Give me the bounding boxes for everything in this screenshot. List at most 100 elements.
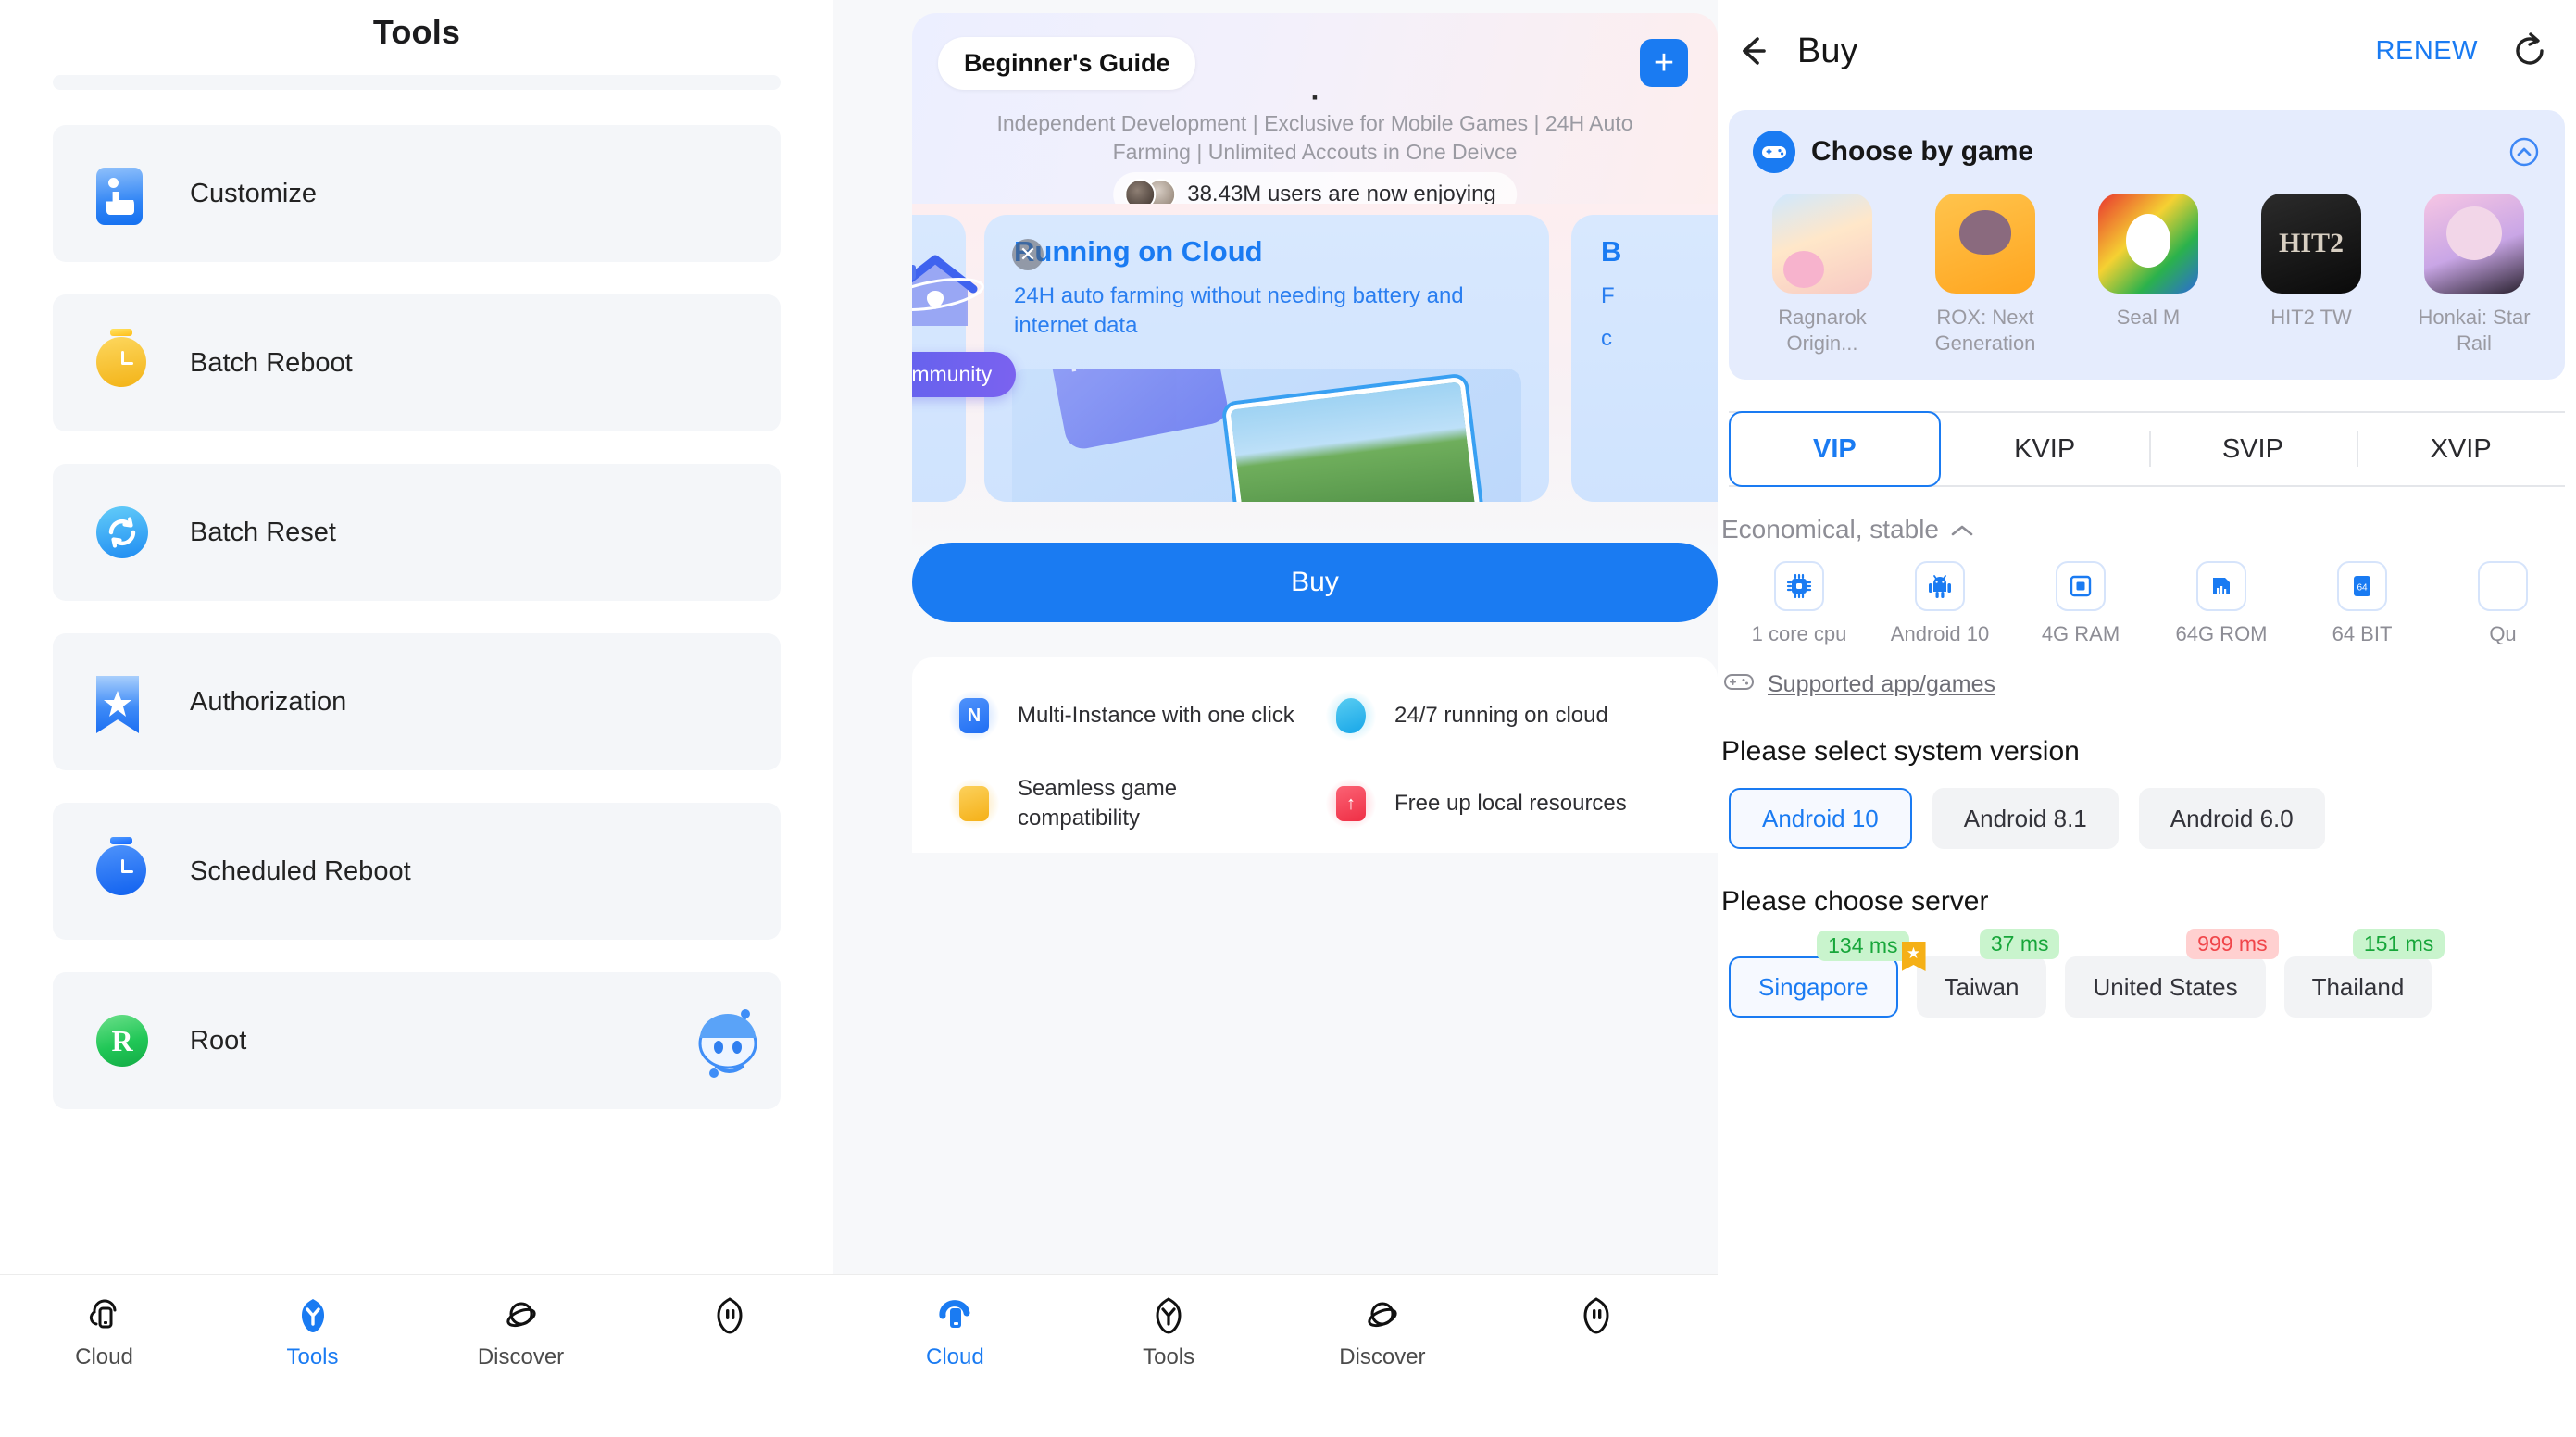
- chevron-up-small-icon[interactable]: [1950, 515, 1974, 544]
- page-title: Buy: [1797, 31, 1858, 70]
- icon-glyph: N: [959, 698, 989, 733]
- tab-label: Cloud: [926, 1344, 984, 1369]
- game-item[interactable]: Honkai: Star Rail: [2405, 194, 2544, 356]
- tool-item-batch-reboot[interactable]: Batch Reboot: [53, 294, 781, 431]
- ping-badge: 151 ms: [2352, 929, 2445, 959]
- tool-item-authorization[interactable]: Authorization: [53, 633, 781, 770]
- close-x-icon[interactable]: ✕: [1012, 239, 1044, 270]
- back-arrow-icon[interactable]: [1727, 26, 1777, 76]
- tool-item-customize[interactable]: Customize: [53, 125, 781, 262]
- server-singapore[interactable]: Singapore 134 ms: [1729, 931, 1909, 1018]
- server-taiwan[interactable]: ★ Taiwan 37 ms: [1901, 929, 2060, 1018]
- game-name: Seal M: [2116, 306, 2181, 329]
- feature-text: 24/7 running on cloud: [1394, 702, 1608, 728]
- server-heading: Please choose server: [1721, 886, 1989, 917]
- art-game-phone: [1224, 376, 1482, 502]
- server-thailand[interactable]: Thailand 151 ms: [2283, 929, 2445, 1018]
- tab-profile[interactable]: [625, 1275, 833, 1344]
- game-item[interactable]: HIT2 HIT2 TW: [2242, 194, 2381, 356]
- feature-multi-instance: N Multi-Instance with one click: [949, 691, 1304, 741]
- bottom-tabbar: Cloud Tools Discover: [833, 1274, 1718, 1437]
- tab-vip[interactable]: VIP: [1729, 411, 1941, 487]
- robot-assistant-icon[interactable]: [688, 1001, 768, 1081]
- cloud-phone-icon: [934, 1295, 975, 1336]
- carousel-slide-running-on-cloud[interactable]: Running on Cloud 24H auto farming withou…: [984, 215, 1549, 502]
- multi-instance-icon: N: [949, 691, 999, 741]
- stopwatch-blue-icon: [96, 845, 148, 897]
- tool-item-scheduled-reboot[interactable]: Scheduled Reboot: [53, 803, 781, 940]
- tab-discover[interactable]: Discover: [417, 1275, 625, 1370]
- feature-text: Free up local resources: [1394, 791, 1627, 817]
- tool-label: Customize: [190, 178, 317, 208]
- server-name: United States: [2093, 972, 2238, 1001]
- system-version-android-60[interactable]: Android 6.0: [2138, 788, 2325, 849]
- choose-by-game-card: Choose by game Ragnarok Origin... ROX: N…: [1729, 110, 2565, 380]
- tab-label: Tools: [1143, 1344, 1195, 1369]
- features-card: N Multi-Instance with one click 24/7 run…: [912, 657, 1718, 853]
- section-title: Choose by game: [1811, 136, 2034, 167]
- system-version-heading: Please select system version: [1721, 736, 2080, 767]
- tool-label: Batch Reset: [190, 517, 336, 547]
- refresh-icon[interactable]: [2506, 27, 2554, 75]
- game-item[interactable]: Seal M: [2079, 194, 2218, 356]
- buy-button[interactable]: Buy: [912, 543, 1718, 622]
- profile-icon: [1576, 1295, 1617, 1336]
- community-chip[interactable]: Community: [912, 352, 1017, 397]
- supported-apps-link[interactable]: Supported app/games: [1718, 670, 2576, 699]
- tools-hex-icon: [1148, 1295, 1189, 1336]
- game-name: ROX: Next Generation: [1934, 306, 2036, 355]
- art-7x24-card: 7X24: [1047, 369, 1231, 452]
- tab-kvip[interactable]: KVIP: [1941, 413, 2149, 485]
- spec-android: Android 10: [1869, 561, 2010, 646]
- tab-cloud[interactable]: Cloud: [0, 1275, 208, 1370]
- tab-tools[interactable]: Tools: [1062, 1275, 1276, 1370]
- slide-artwork: 7X24: [1012, 369, 1521, 502]
- tab-xvip[interactable]: XVIP: [2357, 413, 2565, 485]
- spec-label: Qu: [2489, 622, 2517, 645]
- carousel-slide-next[interactable]: B F c: [1571, 215, 1718, 502]
- system-version-android-81[interactable]: Android 8.1: [1932, 788, 2119, 849]
- tool-item-batch-reset[interactable]: Batch Reset: [53, 464, 781, 601]
- slide-title: Running on Cloud: [1014, 235, 1263, 268]
- tool-item-root[interactable]: R Root: [53, 972, 781, 1109]
- hero-dot: ▪: [1311, 88, 1319, 106]
- game-thumbnail: [2424, 194, 2524, 294]
- tools-panel: Tools Customize Batch Reboot Batch Reset…: [0, 0, 833, 1437]
- quality-icon: [2478, 561, 2528, 611]
- tab-svip[interactable]: SVIP: [2148, 413, 2357, 485]
- tab-discover[interactable]: Discover: [1276, 1275, 1490, 1370]
- tab-label: Cloud: [75, 1344, 133, 1369]
- tab-label: Discover: [1339, 1344, 1426, 1369]
- spec-ram: 4G RAM: [2010, 561, 2151, 646]
- spec-label: 64G ROM: [2175, 622, 2268, 645]
- server-united-states[interactable]: United States 999 ms: [2065, 929, 2279, 1018]
- next-slide-title: B: [1601, 235, 1622, 268]
- chevron-up-icon[interactable]: [2507, 135, 2541, 169]
- economical-stable-row[interactable]: Economical, stable: [1718, 515, 2576, 544]
- supported-apps-label: Supported app/games: [1768, 671, 1996, 697]
- game-thumbnail: [2098, 194, 2198, 294]
- stopwatch-yellow-icon: [96, 337, 148, 389]
- spec-rom: 64G ROM: [2151, 561, 2292, 646]
- tab-cloud[interactable]: Cloud: [848, 1275, 1062, 1370]
- ping-badge: 134 ms: [1817, 931, 1909, 961]
- tab-profile[interactable]: [1489, 1275, 1703, 1344]
- buy-panel: Buy RENEW Choose by game Ragnarok Origin…: [1718, 0, 2576, 1437]
- feature-text: Multi-Instance with one click: [1018, 702, 1294, 728]
- puzzle-icon: [949, 779, 999, 830]
- game-item[interactable]: Ragnarok Origin...: [1753, 194, 1892, 356]
- promo-body: Running on Cloud 24H auto farming withou…: [912, 204, 1718, 853]
- tool-label: Batch Reboot: [190, 347, 353, 378]
- tool-card-partial-above[interactable]: [53, 75, 781, 90]
- tab-tools[interactable]: Tools: [208, 1275, 417, 1370]
- system-version-android-10[interactable]: Android 10: [1729, 788, 1912, 849]
- spec-cpu: 1 core cpu: [1729, 561, 1869, 646]
- beginners-guide-button[interactable]: Beginner's Guide: [938, 37, 1196, 90]
- add-instance-button[interactable]: +: [1640, 39, 1688, 87]
- root-icon-letter: R: [96, 1015, 148, 1067]
- promo-carousel[interactable]: Running on Cloud 24H auto farming withou…: [912, 215, 1718, 511]
- renew-button[interactable]: RENEW: [2376, 36, 2478, 67]
- spec-quality-partial: Qu: [2432, 561, 2573, 646]
- game-item[interactable]: ROX: Next Generation: [1916, 194, 2055, 356]
- game-thumbnail-row[interactable]: Ragnarok Origin... ROX: Next Generation …: [1753, 194, 2541, 356]
